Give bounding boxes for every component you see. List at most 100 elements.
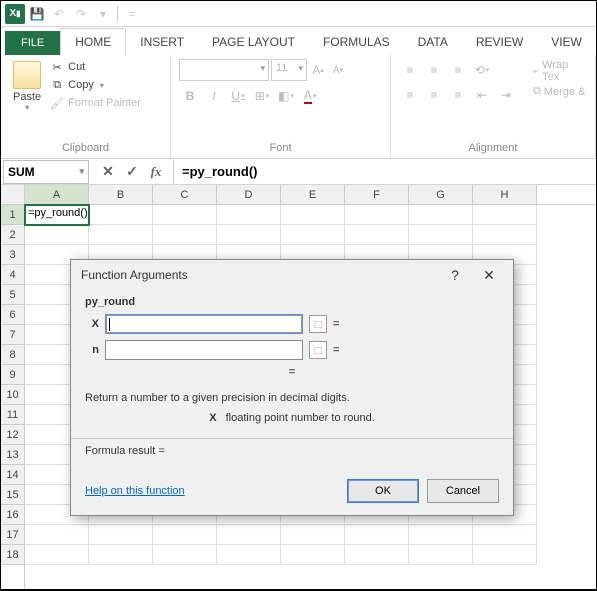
row-header[interactable]: 16 [1,505,24,525]
wrap-text-button[interactable]: ⤶Wrap Tex [533,59,587,83]
column-header[interactable]: A [25,185,89,204]
help-on-function-link[interactable]: Help on this function [85,485,185,497]
decrease-font-button[interactable]: A▾ [329,59,347,81]
row-header[interactable]: 9 [1,365,24,385]
orientation-button[interactable]: ⟲▾ [471,59,493,81]
font-name-combo[interactable] [179,59,269,81]
paste-button[interactable]: Paste ▾ [9,59,45,114]
undo-button[interactable]: ↶ [49,4,69,24]
cell[interactable] [473,205,537,225]
cell[interactable] [153,545,217,565]
cell[interactable] [25,545,89,565]
cell[interactable] [217,205,281,225]
help-button[interactable]: ? [441,264,469,286]
insert-function-button[interactable]: fx [145,161,167,183]
arg-input-n[interactable] [105,340,303,360]
cell[interactable] [217,225,281,245]
tab-page-layout[interactable]: PAGE LAYOUT [198,29,309,55]
format-painter-button[interactable]: 🖌Format Painter [49,95,142,111]
bold-button[interactable]: B [179,85,201,107]
cell[interactable] [89,225,153,245]
select-all-corner[interactable] [1,185,25,205]
cell[interactable] [25,525,89,545]
row-header[interactable]: 17 [1,525,24,545]
cell[interactable] [153,225,217,245]
row-header[interactable]: 1 [1,205,24,225]
collapse-dialog-button[interactable]: ⬚ [309,315,327,333]
cell[interactable] [409,545,473,565]
cell-a1[interactable]: =py_round() [25,205,89,225]
cell[interactable] [281,205,345,225]
column-header[interactable]: B [89,185,153,204]
arg-input-x[interactable] [105,314,303,334]
tab-data[interactable]: DATA [404,29,462,55]
cell[interactable] [89,525,153,545]
cut-button[interactable]: ✂Cut [49,59,142,75]
font-color-button[interactable]: A▾ [299,85,321,107]
column-header[interactable]: C [153,185,217,204]
cell[interactable] [409,525,473,545]
row-header[interactable]: 8 [1,345,24,365]
row-header[interactable]: 6 [1,305,24,325]
column-header[interactable]: E [281,185,345,204]
row-header[interactable]: 10 [1,385,24,405]
increase-font-button[interactable]: A▴ [309,59,327,81]
column-header[interactable]: G [409,185,473,204]
row-header[interactable]: 4 [1,265,24,285]
tab-home[interactable]: HOME [60,28,126,56]
dialog-titlebar[interactable]: Function Arguments ? ✕ [71,260,513,290]
column-header[interactable]: H [473,185,537,204]
increase-indent-button[interactable]: ⇥ [495,84,517,106]
tab-insert[interactable]: INSERT [126,29,198,55]
tab-formulas[interactable]: FORMULAS [309,29,404,55]
row-header[interactable]: 12 [1,425,24,445]
align-left-button[interactable]: ≡ [399,84,421,106]
cell[interactable] [153,525,217,545]
font-size-combo[interactable]: 11 [271,59,307,81]
row-header[interactable]: 15 [1,485,24,505]
save-button[interactable]: 💾 [27,4,47,24]
cell[interactable] [217,545,281,565]
cell[interactable] [281,225,345,245]
row-header[interactable]: 3 [1,245,24,265]
cell[interactable] [281,545,345,565]
cell[interactable] [345,525,409,545]
name-box[interactable]: SUM [3,160,89,184]
column-header[interactable]: D [217,185,281,204]
tab-file[interactable]: FILE [5,31,60,55]
cell[interactable] [409,205,473,225]
cell[interactable] [153,205,217,225]
fill-color-button[interactable]: ◧▾ [275,85,297,107]
align-middle-button[interactable]: ≡ [423,59,445,81]
cell[interactable] [217,525,281,545]
cell[interactable] [345,545,409,565]
row-header[interactable]: 18 [1,545,24,565]
cell[interactable] [89,205,153,225]
close-button[interactable]: ✕ [475,264,503,286]
row-header[interactable]: 11 [1,405,24,425]
cancel-formula-button[interactable]: ✕ [97,161,119,183]
copy-button[interactable]: ⧉Copy▾ [49,77,142,93]
cancel-button[interactable]: Cancel [427,479,499,503]
qat-customize-dropdown[interactable]: ▾ [93,4,113,24]
cell[interactable] [473,545,537,565]
formula-input[interactable]: =py_round() [174,164,596,179]
cell[interactable] [89,545,153,565]
cell[interactable] [409,225,473,245]
enter-formula-button[interactable]: ✓ [121,161,143,183]
underline-button[interactable]: U▾ [227,85,249,107]
column-header[interactable]: F [345,185,409,204]
cell[interactable] [473,525,537,545]
italic-button[interactable]: I [203,85,225,107]
touch-mode-button[interactable]: = [122,4,142,24]
cell[interactable] [25,225,89,245]
cell[interactable] [281,525,345,545]
ok-button[interactable]: OK [347,479,419,503]
decrease-indent-button[interactable]: ⇤ [471,84,493,106]
redo-button[interactable]: ↷ [71,4,91,24]
row-header[interactable]: 2 [1,225,24,245]
align-top-button[interactable]: ≡ [399,59,421,81]
cell[interactable] [345,225,409,245]
align-right-button[interactable]: ≡ [447,84,469,106]
border-button[interactable]: ⊞▾ [251,85,273,107]
